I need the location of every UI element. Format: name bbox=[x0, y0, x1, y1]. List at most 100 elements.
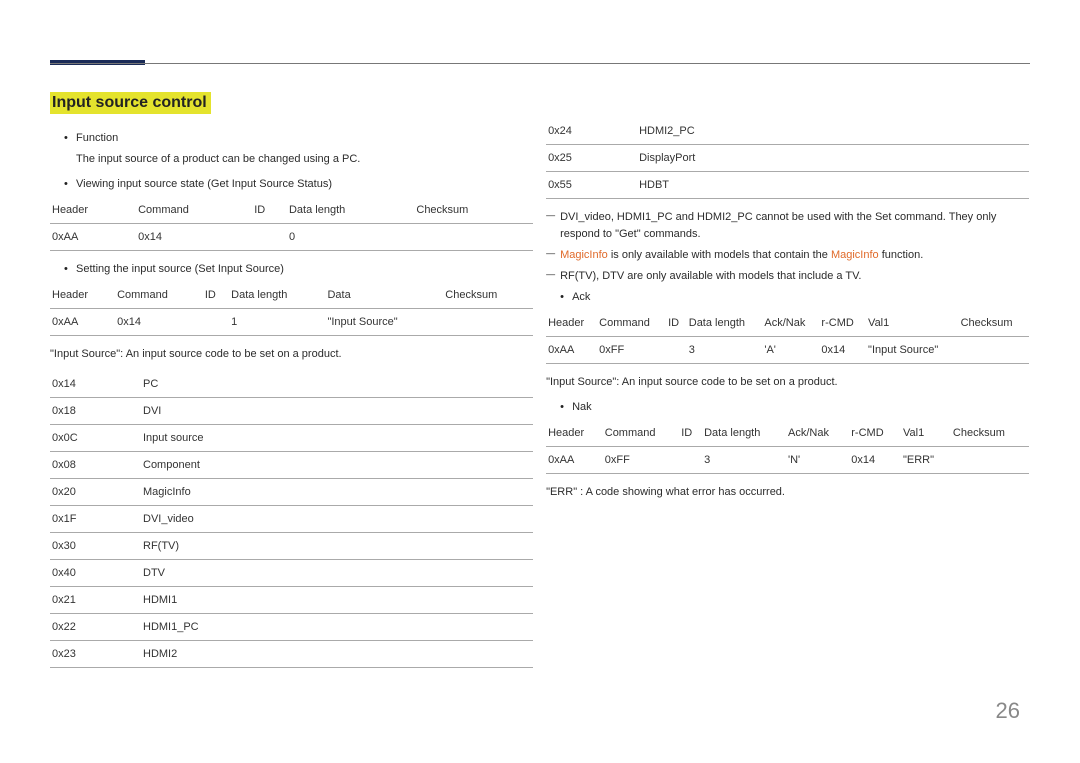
note-dvi: DVI_video, HDMI1_PC and HDMI2_PC cannot … bbox=[546, 209, 1029, 243]
nak-table: Header Command ID Data length Ack/Nak r-… bbox=[546, 420, 1029, 474]
input-source-def: "Input Source": An input source code to … bbox=[50, 346, 533, 363]
code-label: RF(TV) bbox=[141, 533, 533, 560]
left-column: Input source control Function The input … bbox=[50, 92, 533, 678]
code-label: HDMI1_PC bbox=[141, 614, 533, 641]
th: Ack/Nak bbox=[762, 310, 819, 337]
td: 0x14 bbox=[136, 224, 252, 251]
note-magicinfo: MagicInfo is only available with models … bbox=[546, 247, 1029, 264]
th: Data bbox=[325, 282, 443, 309]
td: 'A' bbox=[762, 337, 819, 364]
td: 0xAA bbox=[546, 447, 603, 474]
code-label: HDBT bbox=[637, 172, 1029, 199]
code-label: Component bbox=[141, 452, 533, 479]
td bbox=[959, 337, 1029, 364]
page-number: 26 bbox=[996, 698, 1020, 724]
td: 3 bbox=[702, 447, 786, 474]
th: Data length bbox=[702, 420, 786, 447]
th: Val1 bbox=[901, 420, 951, 447]
td bbox=[414, 224, 533, 251]
setting-bullet: Setting the input source (Set Input Sour… bbox=[50, 261, 533, 278]
td bbox=[951, 447, 1029, 474]
th: r-CMD bbox=[819, 310, 866, 337]
codes-table-left: 0x14PC0x18DVI0x0CInput source0x08Compone… bbox=[50, 371, 533, 668]
err-def: "ERR" : A code showing what error has oc… bbox=[546, 484, 1029, 501]
code-value: 0x20 bbox=[50, 479, 141, 506]
code-value: 0x1F bbox=[50, 506, 141, 533]
code-value: 0x21 bbox=[50, 587, 141, 614]
code-label: DisplayPort bbox=[637, 145, 1029, 172]
code-value: 0x55 bbox=[546, 172, 637, 199]
code-value: 0x23 bbox=[50, 641, 141, 668]
code-label: PC bbox=[141, 371, 533, 398]
codes-table-right: 0x24HDMI2_PC0x25DisplayPort0x55HDBT bbox=[546, 118, 1029, 199]
td: 0xAA bbox=[50, 309, 115, 336]
nak-bullet: Nak bbox=[546, 399, 1029, 416]
ack-def: "Input Source": An input source code to … bbox=[546, 374, 1029, 391]
td bbox=[666, 337, 687, 364]
th: ID bbox=[666, 310, 687, 337]
th: Command bbox=[597, 310, 666, 337]
th: Ack/Nak bbox=[786, 420, 849, 447]
code-label: HDMI1 bbox=[141, 587, 533, 614]
code-value: 0x25 bbox=[546, 145, 637, 172]
th: Checksum bbox=[443, 282, 533, 309]
th: Header bbox=[546, 310, 597, 337]
code-label: Input source bbox=[141, 425, 533, 452]
td bbox=[252, 224, 287, 251]
top-rule bbox=[50, 63, 1030, 64]
code-value: 0x24 bbox=[546, 118, 637, 145]
code-value: 0x0C bbox=[50, 425, 141, 452]
td: 0xAA bbox=[50, 224, 136, 251]
code-value: 0x30 bbox=[50, 533, 141, 560]
function-desc: The input source of a product can be cha… bbox=[50, 151, 533, 168]
code-value: 0x18 bbox=[50, 398, 141, 425]
th: Data length bbox=[229, 282, 325, 309]
right-column: 0x24HDMI2_PC0x25DisplayPort0x55HDBT DVI_… bbox=[546, 92, 1029, 509]
td: 0xFF bbox=[603, 447, 679, 474]
code-label: MagicInfo bbox=[141, 479, 533, 506]
code-label: HDMI2 bbox=[141, 641, 533, 668]
th: Command bbox=[136, 197, 252, 224]
get-table: Header Command ID Data length Checksum 0… bbox=[50, 197, 533, 251]
viewing-bullet: Viewing input source state (Get Input So… bbox=[50, 176, 533, 193]
th: ID bbox=[679, 420, 702, 447]
td bbox=[679, 447, 702, 474]
th: Data length bbox=[287, 197, 414, 224]
th: Data length bbox=[687, 310, 763, 337]
th: Header bbox=[546, 420, 603, 447]
code-value: 0x22 bbox=[50, 614, 141, 641]
ack-table: Header Command ID Data length Ack/Nak r-… bbox=[546, 310, 1029, 364]
th: Checksum bbox=[959, 310, 1029, 337]
code-value: 0x40 bbox=[50, 560, 141, 587]
td: "Input Source" bbox=[325, 309, 443, 336]
ack-bullet: Ack bbox=[546, 289, 1029, 306]
code-label: DVI bbox=[141, 398, 533, 425]
th: Command bbox=[603, 420, 679, 447]
td: 'N' bbox=[786, 447, 849, 474]
td: 0x14 bbox=[115, 309, 203, 336]
code-value: 0x08 bbox=[50, 452, 141, 479]
set-table: Header Command ID Data length Data Check… bbox=[50, 282, 533, 336]
code-label: DVI_video bbox=[141, 506, 533, 533]
code-label: HDMI2_PC bbox=[637, 118, 1029, 145]
td: 3 bbox=[687, 337, 763, 364]
magicinfo-word: MagicInfo bbox=[560, 249, 608, 261]
th: ID bbox=[252, 197, 287, 224]
th: Header bbox=[50, 282, 115, 309]
td: 0 bbox=[287, 224, 414, 251]
section-title: Input source control bbox=[50, 92, 211, 114]
td: 0xAA bbox=[546, 337, 597, 364]
td: 0xFF bbox=[597, 337, 666, 364]
td: 1 bbox=[229, 309, 325, 336]
td bbox=[443, 309, 533, 336]
magicinfo-word: MagicInfo bbox=[831, 249, 879, 261]
th: Header bbox=[50, 197, 136, 224]
td: 0x14 bbox=[819, 337, 866, 364]
note-rftv: RF(TV), DTV are only available with mode… bbox=[546, 268, 1029, 285]
td: 0x14 bbox=[849, 447, 901, 474]
th: Checksum bbox=[951, 420, 1029, 447]
td bbox=[203, 309, 229, 336]
th: Command bbox=[115, 282, 203, 309]
th: r-CMD bbox=[849, 420, 901, 447]
function-bullet: Function bbox=[50, 130, 533, 147]
